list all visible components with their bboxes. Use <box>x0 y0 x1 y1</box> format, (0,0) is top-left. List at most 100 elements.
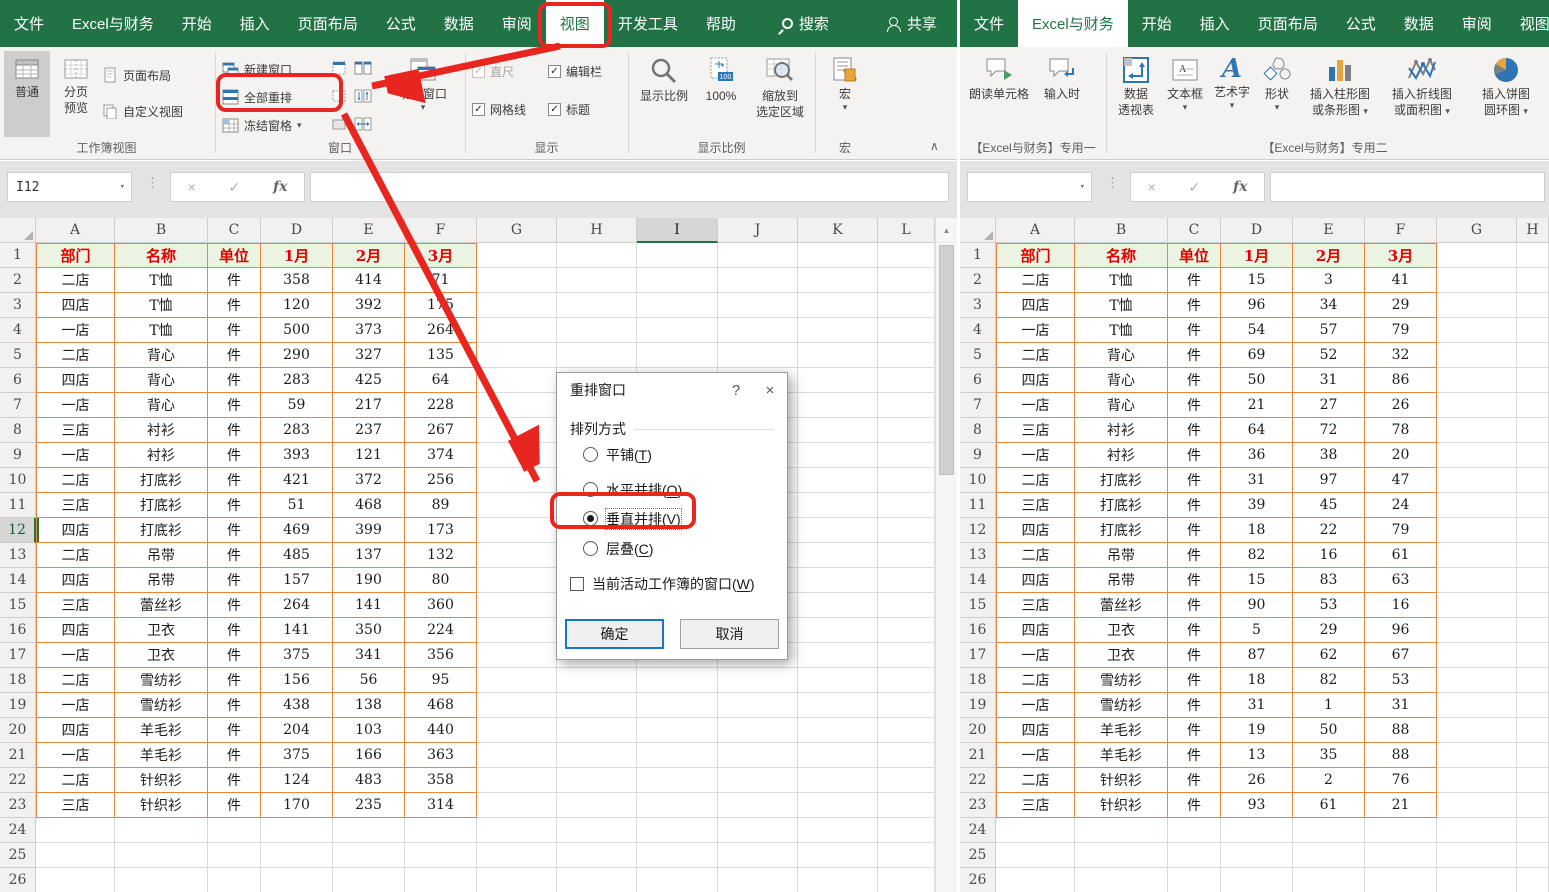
column-header-A[interactable]: A <box>996 218 1075 243</box>
cell-F18[interactable]: 95 <box>405 668 477 693</box>
cell-E1[interactable]: 2月 <box>1293 243 1365 268</box>
cell-B5[interactable]: 背心 <box>115 343 208 368</box>
cell-A25[interactable] <box>996 843 1075 868</box>
tab-Excel与财务[interactable]: Excel与财务 <box>58 0 168 47</box>
cell-C21[interactable]: 件 <box>1168 743 1221 768</box>
cell-B14[interactable]: 吊带 <box>1075 568 1168 593</box>
dialog-close-button[interactable]: × <box>753 373 787 407</box>
headings-checkbox[interactable]: ✓ 标题 <box>548 101 590 118</box>
cell-G2[interactable] <box>1437 268 1517 293</box>
cell-A15[interactable]: 三店 <box>36 593 115 618</box>
cell-K24[interactable] <box>798 818 878 843</box>
cell-K19[interactable] <box>798 693 878 718</box>
cell-L9[interactable] <box>878 443 935 468</box>
cell-L11[interactable] <box>878 493 935 518</box>
cell-F6[interactable]: 86 <box>1365 368 1437 393</box>
name-box-splitter-icon[interactable]: ⋮ <box>1106 175 1119 191</box>
cell-L10[interactable] <box>878 468 935 493</box>
cell-I5[interactable] <box>637 343 718 368</box>
row-header-15[interactable]: 15 <box>960 593 996 618</box>
cell-A25[interactable] <box>36 843 115 868</box>
cell-B1[interactable]: 名称 <box>115 243 208 268</box>
row-header-21[interactable]: 21 <box>960 743 996 768</box>
cell-I18[interactable] <box>637 668 718 693</box>
column-header-L[interactable]: L <box>878 218 935 243</box>
cell-E17[interactable]: 341 <box>333 643 405 668</box>
cell-E11[interactable]: 45 <box>1293 493 1365 518</box>
cell-G26[interactable] <box>477 868 557 892</box>
cell-I26[interactable] <box>637 868 718 892</box>
cell-D5[interactable]: 290 <box>261 343 333 368</box>
cell-H26[interactable] <box>557 868 637 892</box>
cell-A14[interactable]: 四店 <box>36 568 115 593</box>
cell-F18[interactable]: 53 <box>1365 668 1437 693</box>
row-header-16[interactable]: 16 <box>0 618 36 643</box>
cell-G16[interactable] <box>1437 618 1517 643</box>
cell-E7[interactable]: 27 <box>1293 393 1365 418</box>
row-header-4[interactable]: 4 <box>0 318 36 343</box>
cell-F5[interactable]: 32 <box>1365 343 1437 368</box>
cell-I4[interactable] <box>637 318 718 343</box>
cell-G8[interactable] <box>1437 418 1517 443</box>
cell-E3[interactable]: 392 <box>333 293 405 318</box>
tab-文件[interactable]: 文件 <box>0 0 58 47</box>
unhide-window-button[interactable] <box>328 113 350 135</box>
cell-L13[interactable] <box>878 543 935 568</box>
cell-H22[interactable] <box>1517 768 1549 793</box>
cell-D9[interactable]: 36 <box>1221 443 1293 468</box>
cell-E5[interactable]: 52 <box>1293 343 1365 368</box>
cell-E2[interactable]: 3 <box>1293 268 1365 293</box>
formula-bar-checkbox[interactable]: ✓ 编辑栏 <box>548 63 602 80</box>
cell-F1[interactable]: 3月 <box>1365 243 1437 268</box>
cell-B6[interactable]: 背心 <box>115 368 208 393</box>
text-box-button[interactable]: A 文本框 ▾ <box>1162 51 1208 143</box>
cell-A15[interactable]: 三店 <box>996 593 1075 618</box>
cell-B25[interactable] <box>115 843 208 868</box>
insert-function-icon[interactable]: fx <box>273 179 287 195</box>
cell-D24[interactable] <box>1221 818 1293 843</box>
tab-审阅[interactable]: 审阅 <box>488 0 546 47</box>
cell-H22[interactable] <box>557 768 637 793</box>
tab-公式[interactable]: 公式 <box>1332 0 1390 47</box>
cell-F5[interactable]: 135 <box>405 343 477 368</box>
cell-B20[interactable]: 羊毛衫 <box>115 718 208 743</box>
cell-G12[interactable] <box>477 518 557 543</box>
cell-E13[interactable]: 16 <box>1293 543 1365 568</box>
cell-L1[interactable] <box>878 243 935 268</box>
cell-B15[interactable]: 蕾丝衫 <box>1075 593 1168 618</box>
cell-F24[interactable] <box>405 818 477 843</box>
cell-C12[interactable]: 件 <box>208 518 261 543</box>
column-header-E[interactable]: E <box>333 218 405 243</box>
row-header-1[interactable]: 1 <box>960 243 996 268</box>
cell-D24[interactable] <box>261 818 333 843</box>
column-header-D[interactable]: D <box>261 218 333 243</box>
row-header-24[interactable]: 24 <box>960 818 996 843</box>
tab-页面布局[interactable]: 页面布局 <box>1244 0 1332 47</box>
cell-L5[interactable] <box>878 343 935 368</box>
cell-A2[interactable]: 二店 <box>36 268 115 293</box>
cell-D19[interactable]: 438 <box>261 693 333 718</box>
cell-F8[interactable]: 267 <box>405 418 477 443</box>
cell-E20[interactable]: 103 <box>333 718 405 743</box>
cell-J3[interactable] <box>718 293 798 318</box>
cell-I21[interactable] <box>637 743 718 768</box>
cell-F7[interactable]: 228 <box>405 393 477 418</box>
column-header-K[interactable]: K <box>798 218 878 243</box>
cell-E9[interactable]: 121 <box>333 443 405 468</box>
cell-J26[interactable] <box>718 868 798 892</box>
cell-J4[interactable] <box>718 318 798 343</box>
cell-C14[interactable]: 件 <box>1168 568 1221 593</box>
cell-F22[interactable]: 76 <box>1365 768 1437 793</box>
zoom-to-selection-button[interactable]: 缩放到 选定区域 <box>746 51 814 143</box>
cell-B17[interactable]: 卫衣 <box>1075 643 1168 668</box>
cancel-entry-icon[interactable]: × <box>1147 179 1155 195</box>
row-header-26[interactable]: 26 <box>0 868 36 892</box>
cell-L4[interactable] <box>878 318 935 343</box>
cell-D4[interactable]: 54 <box>1221 318 1293 343</box>
cell-F2[interactable]: 41 <box>1365 268 1437 293</box>
cell-E8[interactable]: 237 <box>333 418 405 443</box>
cell-A12[interactable]: 四店 <box>996 518 1075 543</box>
cell-D1[interactable]: 1月 <box>261 243 333 268</box>
cell-A5[interactable]: 二店 <box>36 343 115 368</box>
cell-I19[interactable] <box>637 693 718 718</box>
